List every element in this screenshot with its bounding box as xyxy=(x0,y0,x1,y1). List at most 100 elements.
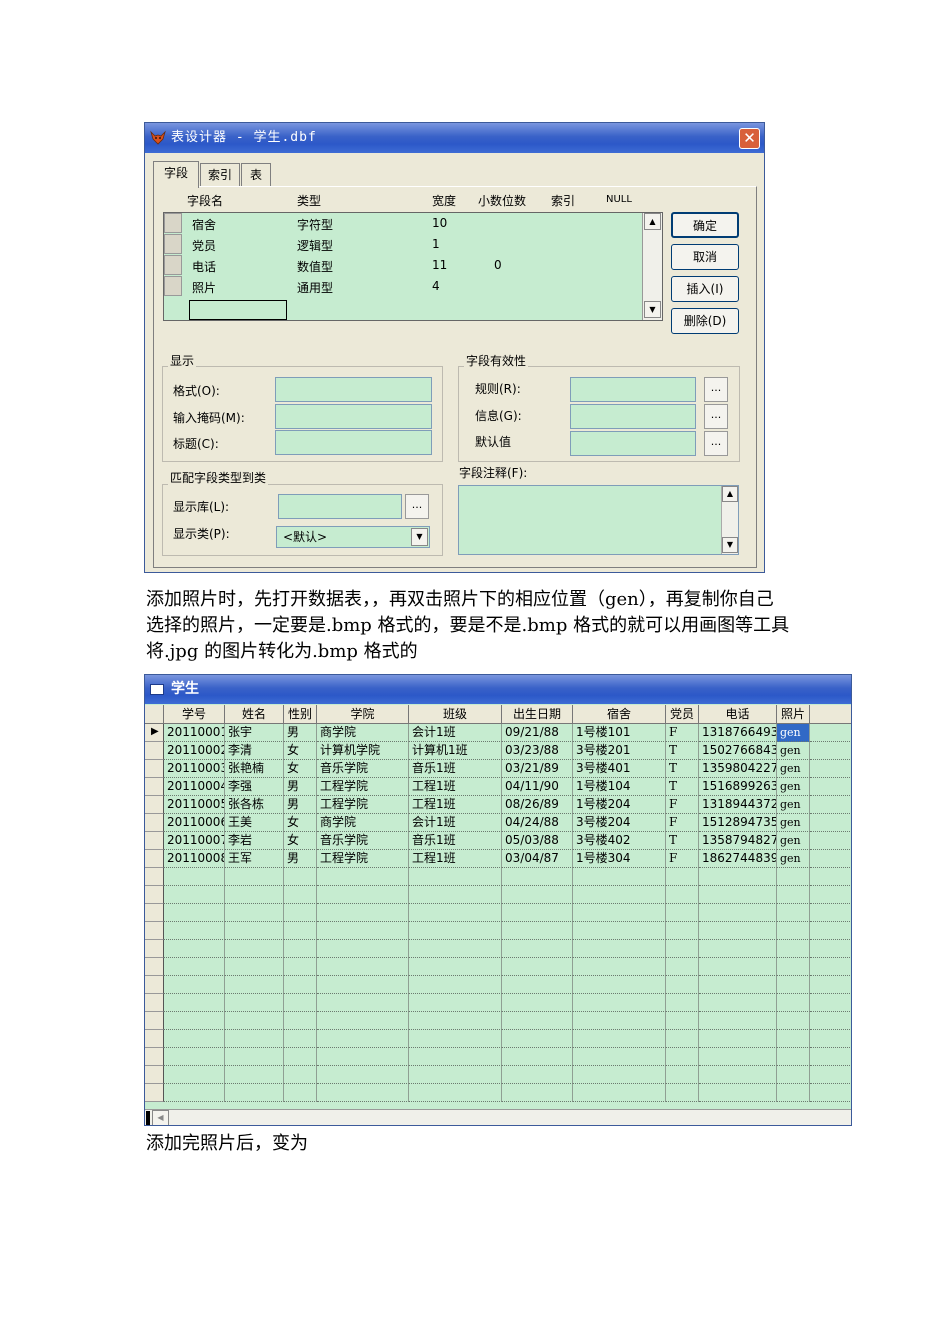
cell-dorm[interactable]: 3号楼401 xyxy=(573,760,666,778)
cell-birth-date[interactable] xyxy=(502,886,573,904)
cell-gender[interactable]: 男 xyxy=(284,796,317,814)
cell-gender[interactable]: 男 xyxy=(284,850,317,868)
cell-phone[interactable]: 13598042273 xyxy=(699,760,777,778)
cell-college[interactable] xyxy=(317,1066,409,1084)
row-selector[interactable] xyxy=(145,922,164,940)
cell-student-id[interactable] xyxy=(164,1066,225,1084)
cell-dorm[interactable] xyxy=(573,958,666,976)
cell-student-id[interactable] xyxy=(164,1048,225,1066)
cell-birth-date[interactable]: 09/21/88 xyxy=(502,724,573,742)
row-selector[interactable] xyxy=(145,760,164,778)
cell-college[interactable]: 工程学院 xyxy=(317,778,409,796)
cell-college[interactable] xyxy=(317,958,409,976)
cell-photo[interactable] xyxy=(777,994,810,1012)
cell-student-id[interactable] xyxy=(164,1084,225,1102)
cell-name[interactable] xyxy=(225,976,284,994)
cell-gender[interactable] xyxy=(284,1066,317,1084)
cell-phone[interactable] xyxy=(699,976,777,994)
cell-party-member[interactable]: T xyxy=(666,742,699,760)
cell-birth-date[interactable] xyxy=(502,1066,573,1084)
cell-class[interactable]: 工程1班 xyxy=(409,850,502,868)
column-header-phone[interactable]: 电话 xyxy=(699,705,777,724)
cell-class[interactable] xyxy=(409,904,502,922)
cell-college[interactable] xyxy=(317,1084,409,1102)
row-selector[interactable] xyxy=(145,958,164,976)
cell-gender[interactable]: 女 xyxy=(284,832,317,850)
cell-photo[interactable]: gen xyxy=(777,760,810,778)
cell-class[interactable]: 工程1班 xyxy=(409,778,502,796)
cell-student-id[interactable]: 20110006 xyxy=(164,814,225,832)
cell-dorm[interactable]: 1号楼104 xyxy=(573,778,666,796)
cell-student-id[interactable]: 20110004 xyxy=(164,778,225,796)
cell-name[interactable] xyxy=(225,1012,284,1030)
row-selector[interactable] xyxy=(145,1012,164,1030)
row-selector[interactable] xyxy=(145,1030,164,1048)
cell-student-id[interactable] xyxy=(164,922,225,940)
cell-college[interactable] xyxy=(317,904,409,922)
cell-birth-date[interactable] xyxy=(502,1048,573,1066)
cell-birth-date[interactable]: 03/04/87 xyxy=(502,850,573,868)
cell-student-id[interactable] xyxy=(164,1012,225,1030)
cell-college[interactable] xyxy=(317,922,409,940)
default-value-input[interactable] xyxy=(570,431,696,456)
cell-dorm[interactable] xyxy=(573,886,666,904)
column-header-college[interactable]: 学院 xyxy=(317,705,409,724)
cell-gender[interactable] xyxy=(284,976,317,994)
cell-name[interactable] xyxy=(225,940,284,958)
cell-student-id[interactable] xyxy=(164,940,225,958)
cell-dorm[interactable] xyxy=(573,976,666,994)
caption-input[interactable] xyxy=(275,430,432,455)
cell-photo[interactable]: gen xyxy=(777,778,810,796)
cell-dorm[interactable] xyxy=(573,868,666,886)
rule-builder-button[interactable]: ... xyxy=(704,377,728,402)
cell-party-member[interactable] xyxy=(666,1012,699,1030)
cell-college[interactable]: 商学院 xyxy=(317,724,409,742)
row-selector[interactable] xyxy=(145,940,164,958)
cell-dorm[interactable] xyxy=(573,940,666,958)
cell-dorm[interactable]: 1号楼101 xyxy=(573,724,666,742)
column-header-dorm[interactable]: 宿舍 xyxy=(573,705,666,724)
delete-button[interactable]: 删除(D) xyxy=(671,308,739,334)
column-header-party-member[interactable]: 党员 xyxy=(666,705,699,724)
display-class-select[interactable]: <默认> ▼ xyxy=(276,526,430,548)
cancel-button[interactable]: 取消 xyxy=(671,244,739,270)
field-name[interactable]: 照片 xyxy=(192,279,216,296)
cell-dorm[interactable] xyxy=(573,1048,666,1066)
cell-photo[interactable]: gen xyxy=(777,814,810,832)
row-selector[interactable] xyxy=(164,276,182,296)
field-row[interactable]: 照片 通用型 4 xyxy=(164,276,642,297)
cell-photo[interactable]: gen xyxy=(777,742,810,760)
message-builder-button[interactable]: ... xyxy=(704,404,728,429)
column-header-birth-date[interactable]: 出生日期 xyxy=(502,705,573,724)
scroll-down-icon[interactable]: ▼ xyxy=(644,301,661,318)
cell-birth-date[interactable] xyxy=(502,1084,573,1102)
cell-photo[interactable] xyxy=(777,886,810,904)
cell-college[interactable] xyxy=(317,1012,409,1030)
cell-class[interactable]: 会计1班 xyxy=(409,814,502,832)
row-selector[interactable] xyxy=(164,213,182,233)
cell-gender[interactable] xyxy=(284,958,317,976)
cell-gender[interactable] xyxy=(284,1048,317,1066)
cell-student-id[interactable] xyxy=(164,904,225,922)
cell-student-id[interactable]: 20110002 xyxy=(164,742,225,760)
tab-table[interactable]: 表 xyxy=(241,163,271,187)
cell-dorm[interactable] xyxy=(573,1012,666,1030)
cell-student-id[interactable] xyxy=(164,976,225,994)
cell-college[interactable] xyxy=(317,868,409,886)
cell-dorm[interactable] xyxy=(573,922,666,940)
column-header-gender[interactable]: 性别 xyxy=(284,705,317,724)
cell-party-member[interactable] xyxy=(666,922,699,940)
cell-party-member[interactable] xyxy=(666,1084,699,1102)
cell-college[interactable]: 音乐学院 xyxy=(317,832,409,850)
chevron-down-icon[interactable]: ▼ xyxy=(411,528,428,546)
cell-birth-date[interactable]: 03/23/88 xyxy=(502,742,573,760)
cell-party-member[interactable] xyxy=(666,868,699,886)
cell-birth-date[interactable] xyxy=(502,1012,573,1030)
display-library-browse-button[interactable]: ... xyxy=(405,494,429,519)
cell-gender[interactable]: 男 xyxy=(284,778,317,796)
cell-gender[interactable] xyxy=(284,868,317,886)
cell-name[interactable] xyxy=(225,1030,284,1048)
cell-party-member[interactable]: F xyxy=(666,814,699,832)
cell-phone[interactable] xyxy=(699,922,777,940)
cell-party-member[interactable] xyxy=(666,976,699,994)
